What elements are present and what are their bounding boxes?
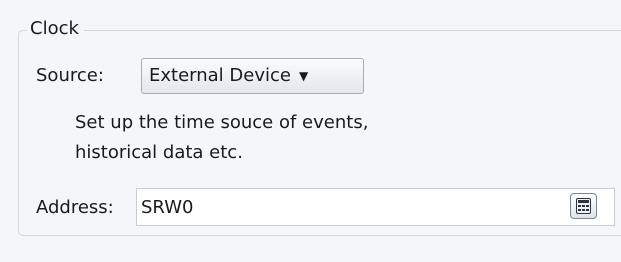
address-input[interactable] — [136, 188, 615, 226]
source-dropdown-value: External Device — [149, 65, 291, 86]
source-description-line-1: Set up the time souce of events, — [75, 112, 369, 133]
source-description-line-2: historical data etc. — [75, 142, 243, 163]
clock-settings-panel: Clock Source: External Device ▼ Set up t… — [0, 0, 621, 262]
clock-group-title: Clock — [27, 16, 84, 42]
chevron-down-icon: ▼ — [298, 69, 309, 83]
address-picker-button[interactable] — [570, 193, 597, 219]
address-label: Address: — [36, 197, 114, 218]
calculator-icon — [576, 198, 591, 214]
source-label: Source: — [36, 65, 104, 86]
source-dropdown[interactable]: External Device ▼ — [141, 58, 364, 94]
